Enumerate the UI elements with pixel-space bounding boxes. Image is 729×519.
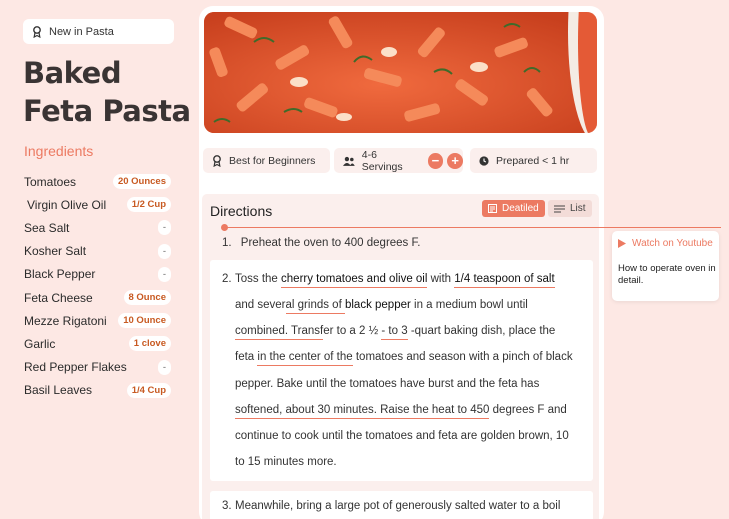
highlight[interactable]: softened, about 30 minutes. Raise the he… [235,404,490,419]
highlight[interactable]: combined. Transf [235,325,324,340]
ingredient-row: Garlic 1 clove [24,332,171,355]
highlight[interactable]: - to 3 [381,325,408,340]
annotation-connector [224,227,721,228]
servings-label: 4-6 Servings [361,148,403,173]
ingredients-heading: Ingredients [24,143,94,159]
ingredient-qty: 1 clove [128,336,171,352]
directions-panel: Directions Deatiled List 1. Preheat the … [202,194,599,519]
servings-chip: 4-6 Servings − + [334,148,463,173]
step-text: Meanwhile, bring a large pot of generous… [235,500,561,512]
ingredient-qty: 10 Ounce [118,313,171,329]
ingredient-name: Black Pepper [24,267,96,282]
step-2-card: 2. Toss the cherry tomatoes and olive oi… [210,260,593,481]
highlight[interactable]: cherry tomatoes and olive oil [281,273,428,288]
watch-youtube-link[interactable]: Watch on Youtube [618,238,713,249]
ingredient-row: Virgin Olive Oil 1/2 Cup [24,193,171,216]
step-line: feta in the center of the tomatoes and s… [235,351,573,366]
clock-icon [479,155,489,166]
ingredient-row: Kosher Salt - [24,240,171,263]
ingredient-qty: 1/4 Cup [126,382,171,398]
step-number: 3. [222,500,232,512]
list-view-toggle[interactable]: List [548,200,592,217]
highlight[interactable]: al grinds of [285,299,345,314]
step-line: continue to cook until the tomatoes and … [235,430,569,442]
ingredient-name: Kosher Salt [24,244,87,259]
list-icon [554,205,565,212]
detailed-toggle-label: Deatiled [502,203,539,214]
decrease-servings-button[interactable]: − [427,152,444,169]
category-badge[interactable]: New in Pasta [23,19,174,44]
ingredient-row: Black Pepper - [24,263,171,286]
ingredient-name: Mezze Rigatoni [24,313,107,328]
step-line: to 15 minutes more. [235,456,337,468]
document-icon [488,204,497,213]
ingredient-row: Red Pepper Flakes - [24,356,171,379]
video-tooltip: Watch on Youtube How to operate oven in … [612,231,719,301]
ingredient-qty: - [157,220,171,236]
step-number: 1. [222,237,232,249]
highlight[interactable]: 1/4 teaspoon of salt [454,273,555,288]
difficulty-chip: Best for Beginners [203,148,330,173]
ingredient-name: Red Pepper Flakes [24,360,127,375]
award-icon [213,154,221,167]
step-number: 2. [222,273,232,285]
ingredient-row: Basil Leaves 1/4 Cup [24,379,171,402]
recipe-photo [204,12,597,133]
ingredient-row: Sea Salt - [24,216,171,239]
ingredient-qty: - [157,359,171,375]
ingredient-qty: 8 Ounce [123,290,171,306]
ingredient-qty: 20 Ounces [112,174,171,190]
difficulty-label: Best for Beginners [229,154,316,167]
list-toggle-label: List [570,203,586,214]
ingredient-name: Virgin Olive Oil [27,197,107,212]
annotation-anchor-dot [221,224,228,231]
ingredient-row: Mezze Rigatoni 10 Ounce [24,309,171,332]
people-icon [343,156,355,166]
ingredient-name: Feta Cheese [24,290,93,305]
step-line: softened, about 30 minutes. Raise the he… [235,404,567,419]
step-text: Preheat the oven to 400 degrees F. [240,237,421,249]
step-1: 1. Preheat the oven to 400 degrees F. [222,237,420,249]
ingredient-name: Tomatoes [24,174,77,189]
step-line: Toss the cherry tomatoes and olive oil w… [235,273,555,288]
ingredient-name: Garlic [24,336,56,351]
step-line: and several grinds of black pepper in a … [235,299,528,314]
step-3-card: 3. Meanwhile, bring a large pot of gener… [210,491,593,519]
ingredient-qty: - [157,266,171,282]
ingredients-list: Tomatoes 20 Ounces Virgin Olive Oil 1/2 Cu… [24,170,171,402]
ingredients-sidebar: New in Pasta Baked Feta Pasta Ingredient… [0,0,200,519]
step-line: pepper. Bake until the tomatoes have bur… [235,378,540,390]
detailed-view-toggle[interactable]: Deatiled [482,200,545,217]
play-icon [618,239,626,248]
prep-time-label: Prepared < 1 hr [496,154,570,167]
ingredient-row: Feta Cheese 8 Ounce [24,286,171,309]
highlight[interactable]: in the center of the [257,351,353,366]
ingredient-qty: - [157,243,171,259]
ingredient-name: Sea Salt [24,220,70,235]
category-badge-label: New in Pasta [49,25,114,38]
tooltip-text: How to operate oven in detail. [618,263,716,286]
step-line: combined. Transfer to a 2 ½ - to 3 -quar… [235,325,555,340]
ingredient-name: Basil Leaves [24,383,93,398]
watch-youtube-label: Watch on Youtube [632,238,713,249]
increase-servings-button[interactable]: + [447,152,463,169]
prep-time-chip: Prepared < 1 hr [470,148,597,173]
ingredient-qty: 1/2 Cup [126,197,171,213]
recipe-title: Baked Feta Pasta [23,56,191,128]
recipe-card: Best for Beginners 4-6 Servings − + Prep… [199,6,604,519]
award-icon [33,25,41,38]
ingredient-row: Tomatoes 20 Ounces [24,170,171,193]
directions-title: Directions [210,203,273,219]
